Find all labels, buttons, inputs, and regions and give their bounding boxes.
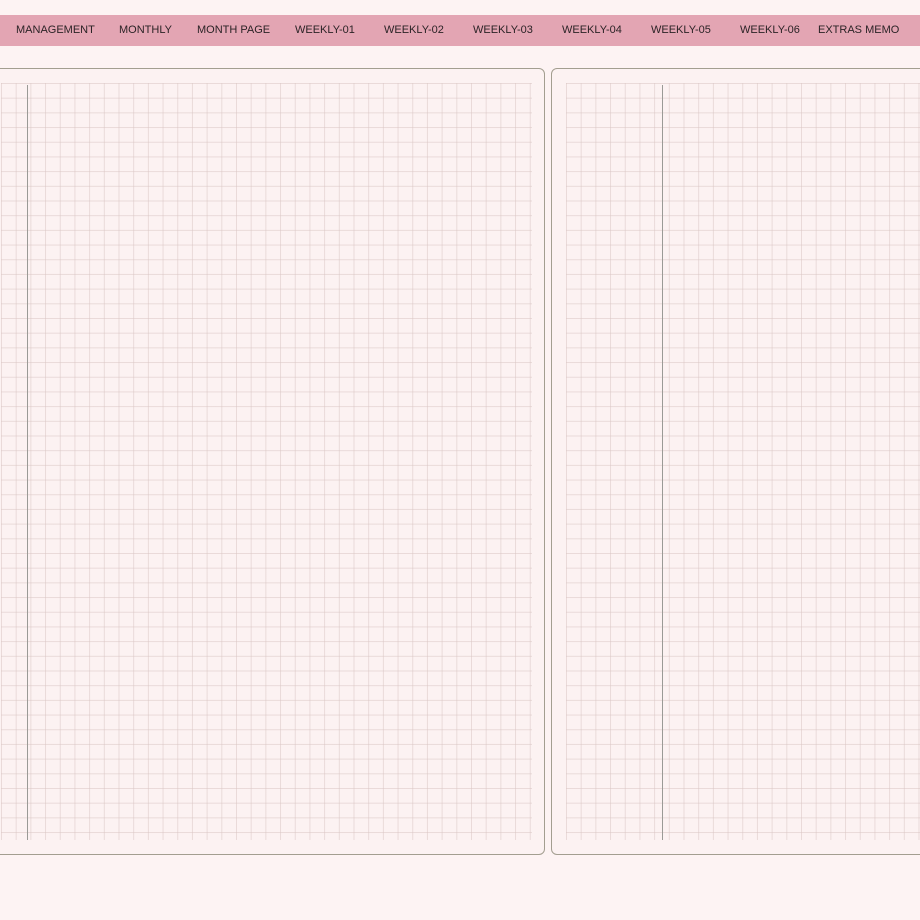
tab-weekly-01[interactable]: WEEKLY-01 [295, 15, 355, 46]
tab-monthly[interactable]: MONTHLY [119, 15, 172, 46]
left-notebook-page[interactable] [0, 68, 545, 855]
page-margin-line [27, 85, 28, 840]
right-notebook-page[interactable] [551, 68, 920, 855]
tab-weekly-02[interactable]: WEEKLY-02 [384, 15, 444, 46]
grid-paper [1, 83, 532, 840]
tab-weekly-04[interactable]: WEEKLY-04 [562, 15, 622, 46]
tab-weekly-03[interactable]: WEEKLY-03 [473, 15, 533, 46]
section-tab-bar: MANAGEMENT MONTHLY MONTH PAGE WEEKLY-01 … [0, 15, 920, 46]
tab-extras-memo[interactable]: EXTRAS MEMO [818, 15, 899, 46]
page-margin-line [662, 85, 663, 840]
tab-weekly-06[interactable]: WEEKLY-06 [740, 15, 800, 46]
tab-month-page[interactable]: MONTH PAGE [197, 15, 270, 46]
tab-weekly-05[interactable]: WEEKLY-05 [651, 15, 711, 46]
tab-management[interactable]: MANAGEMENT [16, 15, 95, 46]
grid-paper [566, 83, 920, 840]
